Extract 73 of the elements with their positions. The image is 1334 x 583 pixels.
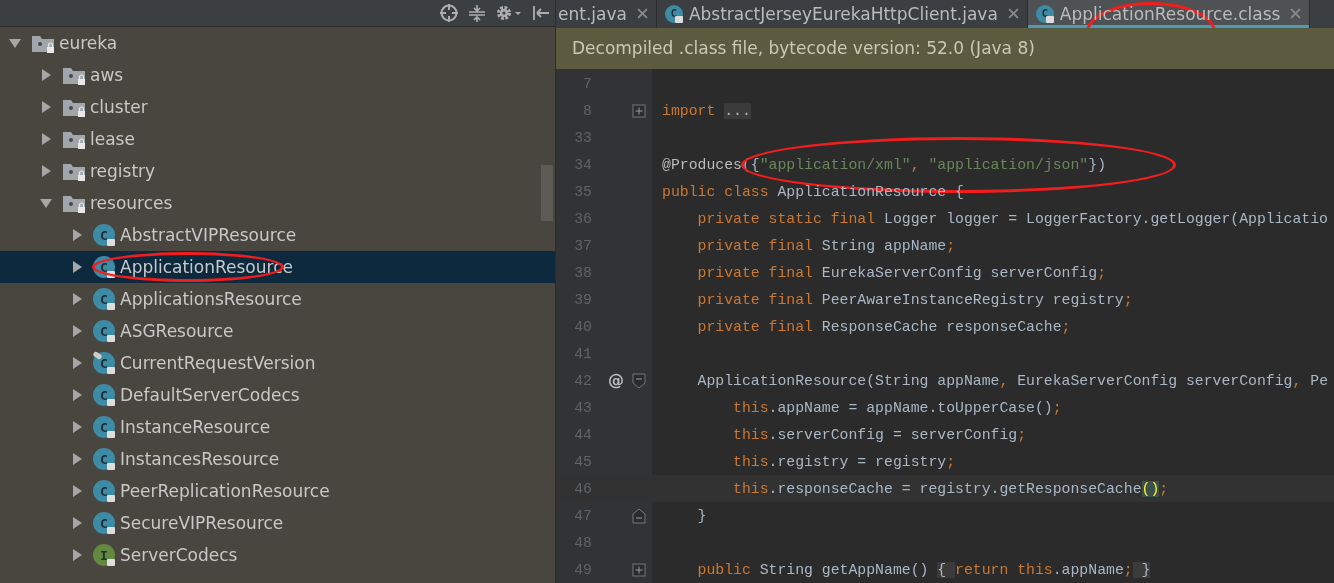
banner-text: Decompiled .class file, bytecode version: 52.0 (Java 8) — [572, 38, 1035, 59]
tree-item[interactable]: cluster — [0, 91, 555, 123]
close-icon[interactable] — [636, 8, 648, 20]
expand-arrow-icon[interactable] — [70, 420, 84, 434]
expand-arrow-icon[interactable] — [70, 452, 84, 466]
code-line: private final EurekaServerConfig serverConfig; — [696, 264, 1106, 281]
class-icon: C — [93, 320, 115, 342]
fold-collapse-icon[interactable] — [632, 372, 646, 389]
tree-item[interactable]: C ApplicationsResource — [0, 283, 555, 315]
code-line: this.appName = appName.toUpperCase(); — [732, 399, 1062, 416]
settings-icon[interactable] — [495, 3, 523, 23]
fold-expand-icon[interactable] — [632, 103, 646, 118]
expand-arrow-icon[interactable] — [70, 292, 84, 306]
class-icon: C — [93, 352, 115, 374]
code-line: this.registry = registry; — [732, 453, 956, 470]
expand-arrow-icon[interactable] — [70, 548, 84, 562]
expand-arrow-icon[interactable] — [39, 100, 53, 114]
tree-item[interactable]: C CurrentRequestVersion — [0, 347, 555, 379]
class-icon: C — [93, 512, 115, 534]
code-line: this.responseCache = registry.getResponseCache(); — [732, 480, 1169, 497]
class-icon: C — [93, 480, 115, 502]
locate-icon[interactable] — [439, 3, 459, 23]
code-line: public String getAppName() { return this.appName; } — [696, 561, 1151, 578]
tree-item[interactable]: I ServerCodecs — [0, 539, 555, 571]
class-icon: C — [1035, 4, 1054, 23]
tree-item[interactable]: registry — [0, 155, 555, 187]
expand-arrow-icon[interactable] — [39, 164, 53, 178]
expand-arrow-icon[interactable] — [70, 228, 84, 242]
expand-arrow-icon[interactable] — [70, 324, 84, 338]
code-line: ApplicationResource(String appName, EurekaServerConfig serverConfig, Pe — [696, 372, 1328, 389]
editor-tab[interactable]: ent.java — [556, 0, 657, 28]
tree-item[interactable]: C SecureVIPResource — [0, 507, 555, 539]
tree-item[interactable]: eureka — [0, 27, 555, 59]
close-icon[interactable] — [1007, 8, 1019, 20]
code-line: private final ResponseCache responseCache; — [696, 318, 1071, 335]
code-line: private final PeerAwareInstanceRegistry registry; — [696, 291, 1133, 308]
tree-item[interactable]: C InstancesResource — [0, 443, 555, 475]
fold-expand-icon[interactable] — [632, 562, 646, 577]
class-icon: C — [93, 384, 115, 406]
class-icon: C — [93, 448, 115, 470]
gutter-marker[interactable]: @ — [608, 371, 624, 390]
tree-item[interactable]: lease — [0, 123, 555, 155]
close-icon[interactable] — [1290, 8, 1302, 20]
expand-arrow-icon[interactable] — [39, 196, 53, 210]
expand-arrow-icon[interactable] — [70, 260, 84, 274]
code-line: } — [696, 507, 707, 524]
fold-end-icon[interactable] — [632, 507, 646, 524]
hide-icon[interactable] — [531, 3, 551, 23]
expand-arrow-icon[interactable] — [70, 484, 84, 498]
expand-arrow-icon[interactable] — [70, 356, 84, 370]
tree-item[interactable]: C InstanceResource — [0, 411, 555, 443]
collapse-icon[interactable] — [467, 3, 487, 23]
expand-arrow-icon[interactable] — [39, 132, 53, 146]
tree-item[interactable]: C DefaultServerCodecs — [0, 379, 555, 411]
expand-arrow-icon[interactable] — [70, 388, 84, 402]
tree-item[interactable]: C PeerReplicationResource — [0, 475, 555, 507]
class-icon: C — [93, 288, 115, 310]
tree-item[interactable]: C AbstractVIPResource — [0, 219, 555, 251]
class-icon: C — [93, 224, 115, 246]
code-line: private final String appName; — [696, 237, 956, 254]
expand-arrow-icon[interactable] — [8, 36, 22, 50]
code-line: this.serverConfig = serverConfig; — [732, 426, 1027, 443]
editor-tab[interactable]: C AbstractJerseyEurekaHttpClient.java — [656, 0, 1028, 28]
tree-item[interactable]: C ASGResource — [0, 315, 555, 347]
code-line: private static final Logger logger = LoggerFactory.getLogger(Applicatio — [696, 210, 1328, 227]
class-icon: C — [664, 4, 683, 23]
class-icon: C — [93, 416, 115, 438]
class-icon: I — [93, 544, 115, 566]
code-line: import ... — [662, 102, 751, 119]
tree-item[interactable]: aws — [0, 59, 555, 91]
expand-arrow-icon[interactable] — [70, 516, 84, 530]
tree-item[interactable]: resources — [0, 187, 555, 219]
expand-arrow-icon[interactable] — [39, 68, 53, 82]
